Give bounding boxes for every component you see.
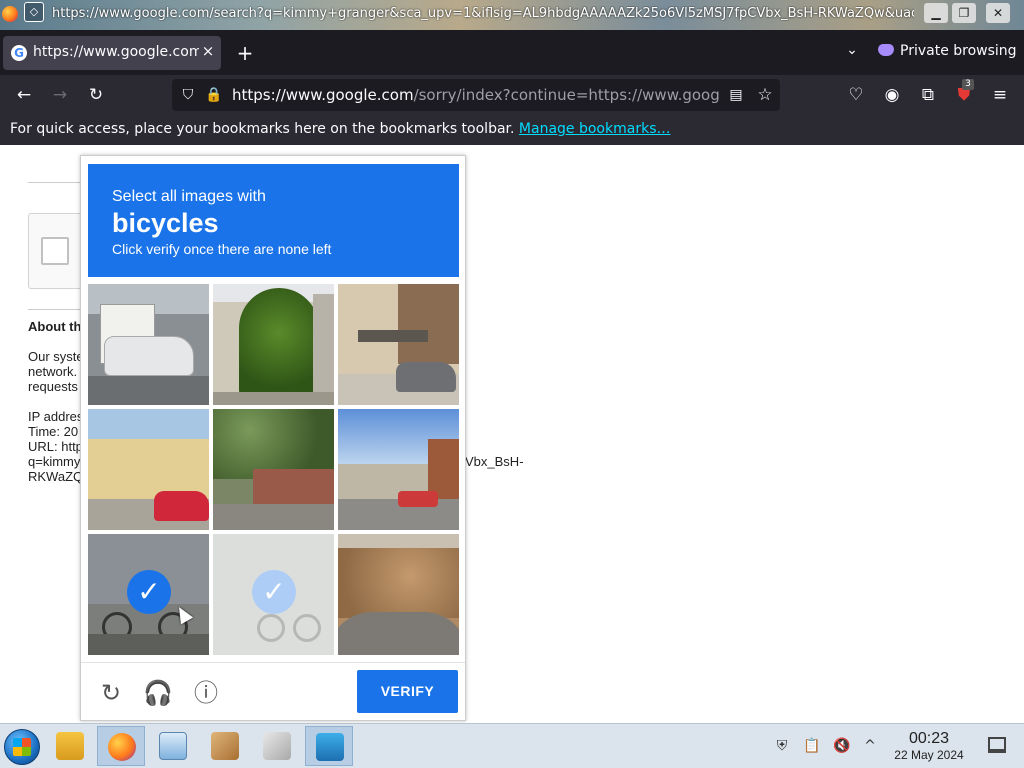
kde-icon	[316, 733, 344, 761]
url-continued-1: q=kimmy	[28, 454, 81, 469]
recaptcha-widget[interactable]	[28, 213, 88, 289]
taskbar: ⛨ 📋 🔇 ^ 00:23 22 May 2024	[0, 723, 1024, 768]
volume-muted-icon[interactable]: 🔇	[832, 736, 852, 756]
tray-expand-icon[interactable]: ^	[860, 736, 880, 756]
divider	[81, 662, 465, 663]
pocket-icon[interactable]: ♡	[844, 83, 868, 107]
reload-button[interactable]: ↻	[84, 83, 108, 107]
private-mask-icon	[878, 44, 894, 56]
account-icon[interactable]: ◉	[880, 83, 904, 107]
audio-challenge-headphones-icon[interactable]: 🎧	[143, 678, 173, 708]
clock-time: 00:23	[908, 730, 950, 747]
explanation-line-3: requests	[28, 379, 78, 394]
challenge-instruction: Select all images with	[112, 188, 266, 205]
site-security-lock-icon[interactable]: 🔒	[204, 85, 224, 105]
taskbar-system-settings[interactable]	[149, 726, 197, 766]
bookmarks-toolbar: For quick access, place your bookmarks h…	[0, 115, 1024, 145]
clock[interactable]: 00:23 22 May 2024	[886, 730, 972, 762]
time-line: Time: 20	[28, 424, 79, 439]
ublock-count-badge: 3	[962, 79, 974, 90]
tab-strip: G https://www.google.com/ ×	[0, 30, 1024, 75]
help-info-icon[interactable]: ⓘ	[191, 678, 221, 708]
challenge-target-word: bicycles	[112, 208, 219, 238]
recaptcha-checkbox[interactable]	[41, 237, 69, 265]
minimize-button[interactable]: ▁	[924, 3, 948, 23]
new-tab-button[interactable]: +	[232, 40, 258, 66]
private-browsing-indicator: Private browsing	[878, 43, 1017, 63]
tab-title: https://www.google.com/	[33, 44, 199, 60]
url-domain: https://www.google.com	[232, 86, 414, 104]
ip-address-line: IP addres	[28, 409, 84, 424]
navigation-toolbar: ← → ↻ ⛉ 🔒 https://www.google.com/sorry/i…	[0, 75, 1024, 115]
selected-check-icon: ✓	[127, 570, 171, 614]
extensions-icon[interactable]: ⧉	[916, 83, 940, 107]
show-desktop-icon[interactable]	[988, 737, 1006, 753]
recaptcha-challenge-popup: Select all images with bicycles Click ve…	[80, 155, 466, 721]
url-bar[interactable]: ⛉ 🔒 https://www.google.com/sorry/index?c…	[172, 79, 780, 111]
challenge-hint: Click verify once there are none left	[112, 241, 332, 257]
url-path: /sorry/index?continue=https://www.google…	[413, 86, 720, 104]
settings-monitor-icon	[159, 732, 187, 760]
challenge-header: Select all images with bicycles Click ve…	[88, 164, 459, 277]
url-continued-2: RKWaZQ	[28, 469, 84, 484]
bookmark-star-icon[interactable]: ☆	[754, 84, 776, 106]
divider	[28, 182, 88, 183]
taskbar-firefox[interactable]	[97, 726, 145, 766]
captcha-tile[interactable]	[213, 284, 334, 405]
start-logo-icon	[13, 738, 31, 756]
url-line: URL: http	[28, 439, 83, 454]
list-all-tabs-button[interactable]: ⌄	[842, 42, 862, 62]
tab-close-icon[interactable]: ×	[199, 42, 217, 62]
window-icon	[263, 732, 291, 760]
network-tray-icon[interactable]: ⛨	[772, 736, 792, 756]
explanation-line-2: network.	[28, 364, 78, 379]
selected-check-icon: ✓	[252, 570, 296, 614]
start-menu-button[interactable]	[4, 729, 40, 765]
captcha-tile-bicycle-fading[interactable]: ✓	[213, 534, 334, 655]
window-titlebar[interactable]: ◇ https://www.google.com/search?q=kimmy+…	[0, 0, 1024, 30]
captcha-tile-bicycle-selected[interactable]: ✓	[88, 534, 209, 655]
tracking-protection-shield-icon[interactable]: ⛉	[178, 85, 198, 105]
tab-google[interactable]: G https://www.google.com/ ×	[3, 36, 221, 70]
pin-window-button[interactable]: ◇	[24, 2, 44, 22]
private-browsing-label: Private browsing	[900, 43, 1017, 59]
captcha-tile[interactable]	[88, 284, 209, 405]
firefox-icon	[108, 733, 136, 761]
bookmarks-prompt: For quick access, place your bookmarks h…	[10, 121, 515, 137]
google-favicon-icon: G	[11, 45, 27, 61]
forward-button[interactable]: →	[48, 83, 72, 107]
captcha-tile[interactable]	[88, 409, 209, 530]
clock-date: 22 May 2024	[894, 748, 964, 762]
manage-bookmarks-link[interactable]: Manage bookmarks…	[519, 121, 671, 137]
captcha-tile[interactable]	[338, 409, 459, 530]
firefox-app-icon	[2, 6, 18, 22]
url-text[interactable]: https://www.google.com/sorry/index?conti…	[232, 86, 720, 104]
clipboard-tray-icon[interactable]: 📋	[802, 736, 822, 756]
package-box-icon	[211, 732, 239, 760]
window-title: https://www.google.com/search?q=kimmy+gr…	[52, 6, 914, 21]
divider	[28, 309, 88, 310]
folder-icon	[56, 732, 84, 760]
close-window-button[interactable]: ✕	[986, 3, 1010, 23]
reader-view-icon[interactable]: ▤	[726, 85, 746, 105]
captcha-tile[interactable]	[338, 534, 459, 655]
about-heading: About th	[28, 319, 82, 334]
app-menu-icon[interactable]: ≡	[988, 83, 1012, 107]
verify-button[interactable]: VERIFY	[357, 670, 458, 713]
new-challenge-reload-icon[interactable]: ↻	[96, 678, 126, 708]
taskbar-package-installer[interactable]	[201, 726, 249, 766]
captcha-tile[interactable]	[213, 409, 334, 530]
taskbar-file-manager[interactable]	[46, 726, 94, 766]
url-tail: Vbx_BsH-	[465, 454, 524, 469]
back-button[interactable]: ←	[12, 83, 36, 107]
taskbar-blank-window[interactable]	[253, 726, 301, 766]
explanation-line-1: Our syste	[28, 349, 84, 364]
captcha-tile[interactable]	[338, 284, 459, 405]
maximize-restore-button[interactable]: ❐	[952, 3, 976, 23]
taskbar-kde-connect[interactable]	[305, 726, 353, 766]
